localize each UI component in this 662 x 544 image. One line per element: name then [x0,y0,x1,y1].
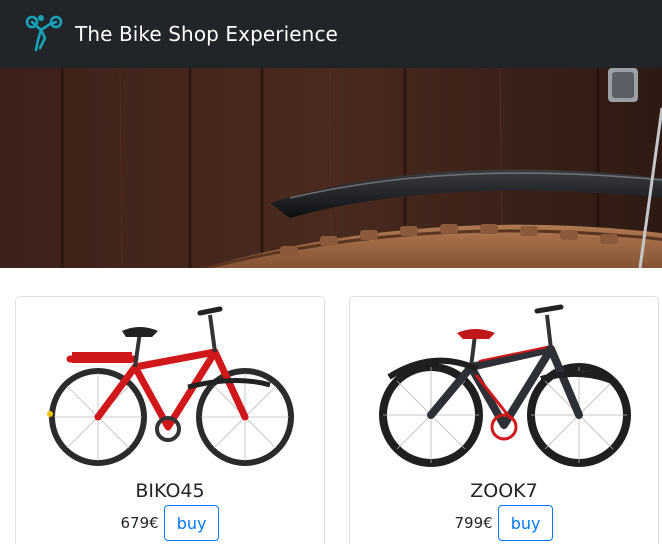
navbar: The Bike Shop Experience [0,0,662,68]
site-title: The Bike Shop Experience [75,22,338,46]
product-card-biko45: BIKO45 679€ buy [15,296,325,544]
black-bicycle-image [379,304,631,467]
product-image [16,297,324,477]
product-name: BIKO45 [135,480,205,502]
brand-link[interactable]: The Bike Shop Experience [24,14,338,54]
product-price: 679€ [120,514,159,532]
product-name: ZOOK7 [470,480,538,502]
product-price: 799€ [454,514,493,532]
product-card-zook7: ZOOK7 799€ buy [349,296,659,544]
cyclist-logo-icon [25,15,63,52]
red-bicycle-image [47,306,294,466]
price-row: 679€ buy [16,505,324,541]
bike-fender-tire-photo [0,68,662,268]
hero-banner [0,68,662,268]
buy-button-biko45[interactable]: buy [163,505,220,541]
product-image [350,297,658,477]
buy-button-zook7[interactable]: buy [497,505,554,541]
price-row: 799€ buy [350,505,658,541]
